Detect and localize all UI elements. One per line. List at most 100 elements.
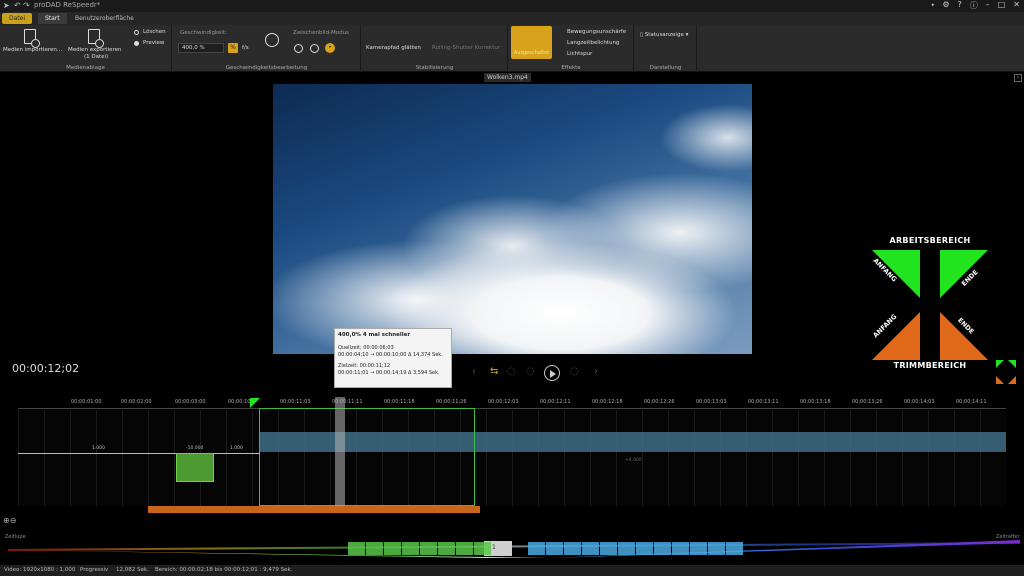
loop-icon[interactable]: ⇆: [490, 366, 498, 377]
loeschen-label: Löschen: [143, 29, 166, 35]
segment-label-1: 1.000: [92, 446, 105, 451]
radio-loeschen[interactable]: [134, 30, 139, 35]
playhead[interactable]: [335, 397, 345, 512]
tooltip-target-label: Zielzeit: 00:00:11;12: [338, 363, 391, 369]
camera-path-button[interactable]: Kamerapfad glätten: [366, 45, 421, 51]
tooltip-header: 400,0% 4 mal schneller: [338, 332, 411, 338]
tab-start[interactable]: Start: [38, 13, 67, 24]
work-area-start-handle-icon[interactable]: [250, 398, 260, 408]
speed-wedge-cell[interactable]: [366, 542, 383, 555]
help-icon[interactable]: ?: [957, 0, 961, 11]
speed-wedge-cell[interactable]: [618, 542, 635, 555]
grid-line: [616, 410, 617, 506]
close-icon[interactable]: ✕: [1013, 0, 1020, 11]
percent-toggle[interactable]: %: [228, 43, 238, 53]
timeline-track[interactable]: [18, 410, 1006, 506]
effects-off-button[interactable]: Ausgeschaltet: [511, 26, 552, 59]
statusanzeige-label: Statusanzeige: [644, 32, 684, 38]
speed-wedge-cell[interactable]: [636, 542, 653, 555]
grid-line: [798, 410, 799, 506]
grid-line: [96, 410, 97, 506]
maximize-icon[interactable]: □: [998, 0, 1006, 11]
effects-off-label: Ausgeschaltet: [513, 50, 550, 56]
next-icon[interactable]: ›: [594, 366, 598, 377]
undo-icon[interactable]: ↶: [14, 1, 21, 10]
ruler-tick-label: 00;00;14;11: [956, 399, 987, 405]
zoom-icons[interactable]: ⊕⊖: [3, 516, 16, 525]
statusanzeige-dropdown[interactable]: ▯ Statusanzeige ▾: [640, 32, 688, 38]
speed-wedge-cell[interactable]: [456, 542, 473, 555]
tab-benutzeroberflaeche[interactable]: Benutzeroberfläche: [68, 13, 141, 24]
grid-line: [876, 410, 877, 506]
motion-blur-button[interactable]: Bewegungsunschärfe: [567, 29, 626, 35]
rolling-shutter-button[interactable]: Rolling-Shutter Korrektur: [432, 45, 500, 51]
video-preview[interactable]: [273, 84, 752, 354]
timer-icon[interactable]: [265, 33, 279, 47]
grid-line: [954, 410, 955, 506]
grid-line: [850, 410, 851, 506]
speed-wedge-cell[interactable]: [600, 542, 617, 555]
ruler-tick-label: 00;00;13;26: [852, 399, 883, 405]
speed-wedge-cell[interactable]: [384, 542, 401, 555]
play-button[interactable]: [544, 365, 560, 381]
grid-line: [590, 410, 591, 506]
slowmo-segment[interactable]: [176, 453, 214, 482]
long-exposure-button[interactable]: Langzeitbelichtung: [567, 40, 619, 46]
light-trail-button[interactable]: Lichtspur: [567, 51, 592, 57]
ruler-tick-label: 00;00;13;11: [748, 399, 779, 405]
speed-wedge-cell[interactable]: [546, 542, 563, 555]
status-bar: Video: 1920x1080 : 1,000 Progressiv 12,0…: [0, 565, 1024, 576]
speed-wedge-cell[interactable]: [402, 542, 419, 555]
tab-datei[interactable]: Datei: [2, 13, 33, 24]
speed-wedge-cell[interactable]: [564, 542, 581, 555]
speed-wedge-cell[interactable]: [420, 542, 437, 555]
group-stabilisierung: Kamerapfad glätten Rolling-Shutter Korre…: [362, 25, 508, 72]
minimize-icon[interactable]: –: [986, 0, 990, 11]
interframe-label: Zwischenbild-Modus: [293, 30, 350, 36]
trim-range-bar[interactable]: [148, 506, 480, 513]
step-forward-icon[interactable]: ◌: [570, 366, 579, 377]
legend-trimmbereich: TRIMMBEREICH: [893, 361, 967, 370]
fps-toggle[interactable]: f/s: [242, 45, 249, 51]
speed-wedge-cell[interactable]: [708, 542, 725, 555]
speed-wedge-cell[interactable]: [690, 542, 707, 555]
tooltip-target-range: 00:00:11;01 → 00:00:14;19 Δ 3,594 Sek.: [338, 370, 440, 376]
info-icon[interactable]: ⓘ: [970, 0, 978, 11]
stop-icon[interactable]: ◌: [526, 366, 535, 377]
ruler-tick-label: 00;00;10;: [228, 399, 253, 405]
pin-icon[interactable]: ⬩: [931, 0, 934, 11]
timeline-ruler[interactable]: 00;00;01;00 00;00;02;00 00;00;03;00 00;00;1…: [18, 397, 1006, 409]
grid-line: [694, 410, 695, 506]
speed-wedge[interactable]: [8, 540, 1020, 558]
redo-icon[interactable]: ↷: [23, 1, 30, 10]
window-title: proDAD ReSpeedr*: [34, 1, 101, 9]
mode-motion-icon[interactable]: •: [325, 43, 335, 53]
speed-wedge-cell[interactable]: [726, 542, 743, 555]
speed-wedge-cell[interactable]: [672, 542, 689, 555]
expand-icon[interactable]: ›: [1014, 74, 1022, 82]
ruler-tick-label: 00;00;13;18: [800, 399, 831, 405]
settings-icon[interactable]: ⚙: [942, 0, 949, 11]
group-label-stabilisierung: Stabilisierung: [415, 65, 454, 71]
title-bar: ➤ ↶ ↷ proDAD ReSpeedr* ⬩ ⚙ ? ⓘ – □ ✕: [0, 0, 1024, 12]
radio-preview[interactable]: [134, 41, 139, 46]
speed-wedge-cell[interactable]: [654, 542, 671, 555]
mode-off-icon[interactable]: [294, 44, 303, 53]
speed-wedge-cell[interactable]: [474, 542, 491, 555]
speed-select[interactable]: 400,0 %: [178, 43, 224, 53]
import-label: Medien importieren...: [3, 47, 63, 53]
legend-triangles: [872, 250, 988, 360]
speed-wedge-cell[interactable]: [348, 542, 365, 555]
export-sublabel: (1 Datei): [84, 54, 109, 60]
speed-wedge-cell[interactable]: [582, 542, 599, 555]
app-logo-icon: ➤: [3, 1, 10, 10]
prev-icon[interactable]: ‹: [472, 366, 476, 377]
speed-wedge-cell[interactable]: [438, 542, 455, 555]
speed-wedge-cell[interactable]: [528, 542, 545, 555]
group-medienablage: Medien importieren... Medien exportieren…: [0, 25, 172, 72]
mode-blend-icon[interactable]: [310, 44, 319, 53]
work-area-selection[interactable]: [259, 408, 475, 506]
step-back-icon[interactable]: ◌: [507, 366, 516, 377]
range-legend: ARBEITSBEREICH ANFANG ENDE ANFANG ENDE T…: [866, 236, 994, 376]
grid-line: [174, 410, 175, 506]
